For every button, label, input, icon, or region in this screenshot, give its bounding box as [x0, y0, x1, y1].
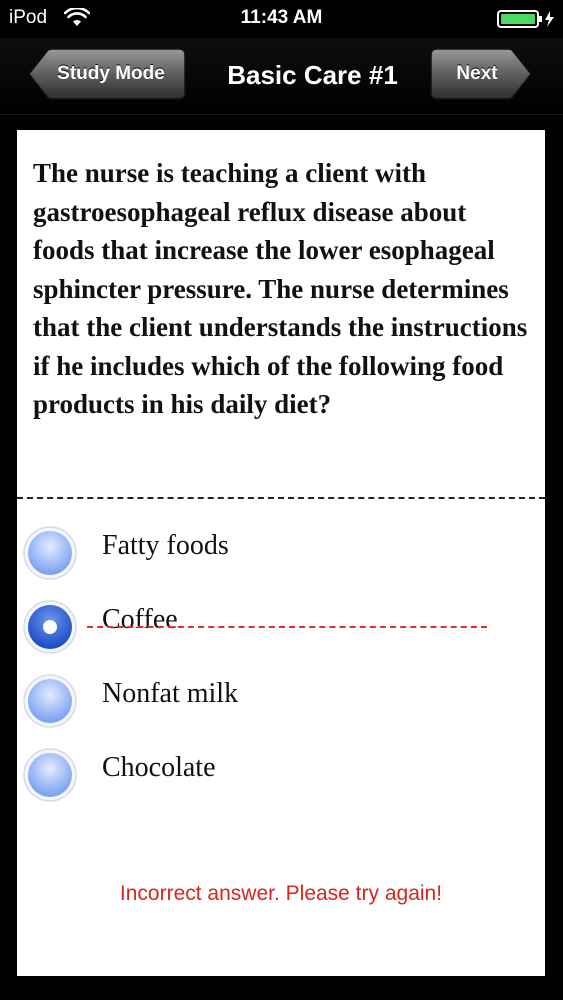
screen-title: Basic Care #1 [227, 60, 398, 90]
next-button[interactable]: Next [430, 48, 532, 100]
question-text: The nurse is teaching a client with gast… [33, 158, 528, 419]
question-divider [17, 497, 545, 499]
answer-list: Fatty foods Coffee Nonfat milk Chocolate [17, 520, 545, 816]
answer-option-coffee[interactable]: Coffee [17, 594, 545, 668]
app-screen: iPod 11:43 AM Study Mode Basic Care #1 N… [0, 0, 563, 1000]
next-label: Next [456, 63, 498, 84]
answer-option-fatty-foods[interactable]: Fatty foods [17, 520, 545, 594]
navigation-bar: Study Mode Basic Care #1 Next [0, 38, 563, 115]
answer-option-chocolate[interactable]: Chocolate [17, 742, 545, 816]
study-mode-button[interactable]: Study Mode [28, 48, 186, 100]
radio-icon[interactable] [22, 525, 78, 581]
question-card: The nurse is teaching a client with gast… [17, 130, 545, 976]
answer-label: Coffee [102, 604, 178, 635]
battery-icon [497, 10, 554, 28]
answer-label: Nonfat milk [102, 678, 239, 709]
answer-label: Chocolate [102, 752, 216, 783]
strikethrough-line [87, 626, 487, 628]
study-mode-label: Study Mode [57, 63, 165, 84]
radio-icon[interactable] [22, 673, 78, 729]
radio-selected-icon[interactable] [22, 599, 78, 655]
answer-label: Fatty foods [102, 530, 229, 561]
clock: 11:43 AM [240, 7, 323, 28]
feedback-message: Incorrect answer. Please try again! [119, 882, 443, 905]
status-bar: iPod 11:43 AM [0, 0, 563, 38]
radio-icon[interactable] [22, 747, 78, 803]
answer-option-nonfat-milk[interactable]: Nonfat milk [17, 668, 545, 742]
